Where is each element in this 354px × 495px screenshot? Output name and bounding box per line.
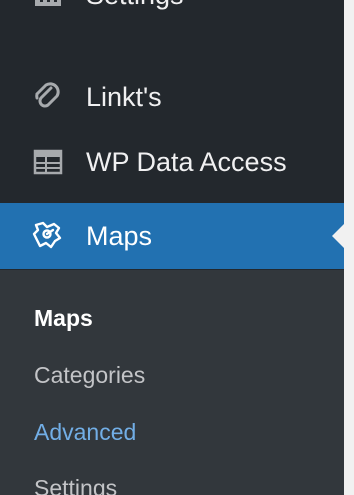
maps-plugin-icon bbox=[30, 218, 66, 254]
current-menu-arrow bbox=[332, 223, 344, 249]
menu-item-linkts[interactable]: Linkt's bbox=[0, 64, 344, 130]
menu-item-label: WP Data Access bbox=[86, 146, 287, 177]
submenu-item-settings[interactable]: Settings bbox=[34, 477, 117, 495]
table-icon bbox=[30, 144, 66, 180]
link-icon bbox=[30, 79, 66, 115]
submenu-item-categories[interactable]: Categories bbox=[34, 364, 145, 387]
admin-sidebar: Settings Linkt's WP Data Access bbox=[0, 0, 344, 495]
settings-icon bbox=[30, 0, 66, 13]
menu-item-settings[interactable]: Settings bbox=[0, 0, 344, 28]
content-area-edge bbox=[344, 0, 354, 495]
submenu-item-advanced[interactable]: Advanced bbox=[34, 421, 136, 444]
menu-item-wp-data-access[interactable]: WP Data Access bbox=[0, 129, 344, 195]
menu-item-label: Linkt's bbox=[86, 81, 162, 112]
submenu-item-maps[interactable]: Maps bbox=[34, 307, 93, 330]
maps-submenu: Maps Categories Advanced Settings bbox=[0, 270, 344, 495]
menu-item-maps[interactable]: Maps bbox=[0, 203, 344, 269]
menu-item-label: Maps bbox=[86, 220, 153, 251]
menu-item-label: Settings bbox=[86, 0, 184, 9]
